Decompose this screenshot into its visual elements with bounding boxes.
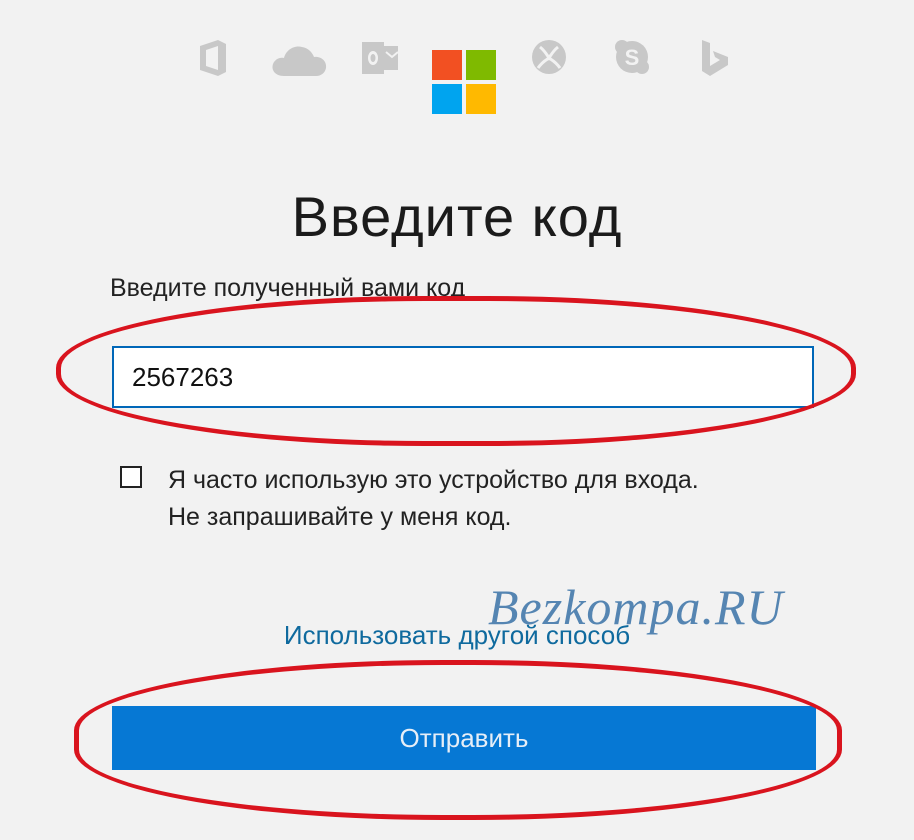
microsoft-logo: [432, 50, 496, 114]
remember-device-line1: Я часто использую это устройство для вхо…: [168, 466, 699, 494]
outlook-icon: [360, 38, 400, 78]
product-icon-row: S: [0, 24, 914, 114]
logo-green-square: [466, 50, 496, 80]
remember-device-checkbox[interactable]: [120, 466, 142, 488]
logo-red-square: [432, 50, 462, 80]
office-icon: [196, 38, 230, 78]
watermark: Bezkompa.RU: [488, 579, 784, 635]
bing-icon: [698, 38, 732, 78]
page-title: Введите код: [291, 184, 623, 248]
logo-yellow-square: [466, 84, 496, 114]
remember-device-line2: Не запрашивайте у меня код.: [168, 503, 512, 531]
onedrive-icon: [270, 42, 328, 78]
xbox-icon: [530, 38, 568, 76]
sign-in-card: S Введите код Введите полученный вами ко…: [0, 0, 914, 840]
svg-text:S: S: [625, 45, 640, 70]
submit-button[interactable]: Отправить: [112, 706, 816, 770]
code-field-label: Введите полученный вами код: [110, 274, 466, 302]
skype-icon: S: [613, 38, 651, 76]
remember-device-label[interactable]: Я часто использую это устройство для вхо…: [168, 462, 699, 536]
code-input[interactable]: [112, 346, 814, 408]
logo-blue-square: [432, 84, 462, 114]
